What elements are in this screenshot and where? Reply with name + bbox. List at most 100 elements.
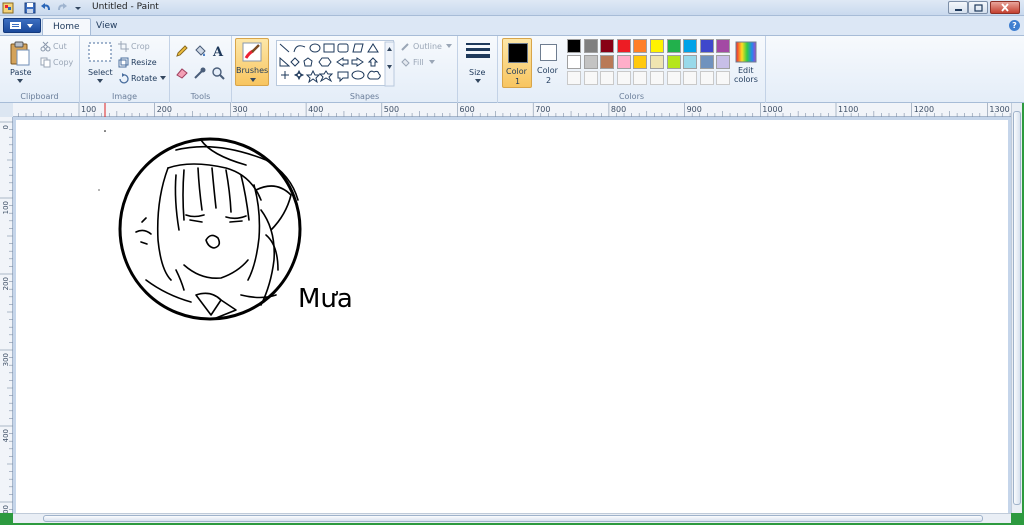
shapes-gallery-icons[interactable] — [277, 41, 395, 87]
paste-icon[interactable] — [9, 41, 31, 67]
outline-dropdown-icon[interactable] — [446, 44, 452, 49]
rotate-button[interactable]: Rotate — [131, 74, 157, 83]
customize-quick-access-icon[interactable] — [72, 2, 84, 14]
horizontal-ruler-ticks: 100 200 300 400 500 600 700 800 900 1000 1100 1200 1… — [18, 103, 1011, 117]
palette-swatch[interactable] — [666, 55, 681, 69]
palette-swatch[interactable] — [567, 39, 581, 53]
custom-color-slot[interactable] — [716, 71, 731, 85]
palette-swatch[interactable] — [567, 55, 581, 69]
ruler-label: 1000 — [762, 105, 782, 114]
fill-dropdown-icon[interactable] — [429, 60, 435, 65]
palette-swatch[interactable] — [699, 39, 714, 53]
select-label[interactable]: Select — [88, 68, 113, 77]
custom-color-slot[interactable] — [600, 71, 615, 85]
undo-icon[interactable] — [40, 2, 52, 14]
palette-swatch[interactable] — [650, 55, 664, 69]
palette-swatch[interactable] — [616, 39, 631, 53]
color-picker-icon[interactable] — [193, 66, 207, 80]
vertical-ruler: 0 100 200 300 400 500 — [0, 117, 13, 518]
ruler-label: 1200 — [914, 105, 934, 114]
edit-colors-label-line2[interactable]: colors — [734, 75, 758, 84]
ruler-corner — [0, 103, 13, 117]
vertical-scroll-thumb[interactable] — [1013, 111, 1021, 505]
size-dropdown-icon[interactable] — [474, 78, 482, 84]
horizontal-scroll-thumb[interactable] — [43, 515, 983, 522]
clipboard-group: Paste Cut Copy Clipboard — [0, 36, 80, 103]
palette-swatch[interactable] — [683, 39, 698, 53]
edit-colors-label[interactable]: Edit — [738, 66, 754, 75]
vertical-scrollbar[interactable] — [1011, 103, 1022, 513]
palette-swatch[interactable] — [699, 55, 714, 69]
custom-color-slot[interactable] — [633, 71, 648, 85]
restore-button[interactable] — [968, 1, 988, 14]
colors-group: Color 1 Color 2 Edit colors Colors — [498, 36, 766, 103]
colors-group-label: Colors — [618, 92, 645, 101]
text-tool-icon[interactable]: A — [211, 44, 225, 58]
signature-text: Mưa — [298, 284, 353, 314]
redo-icon[interactable] — [56, 2, 68, 14]
ruler-label: 200 — [2, 277, 10, 290]
palette-swatch[interactable] — [583, 39, 598, 53]
size-label[interactable]: Size — [469, 68, 485, 77]
palette-swatch[interactable] — [633, 39, 648, 53]
palette-swatch[interactable] — [633, 55, 648, 69]
palette-swatch[interactable] — [616, 55, 631, 69]
brushes-dropdown-icon — [250, 78, 256, 82]
restore-icon — [974, 4, 983, 12]
color1-number: 1 — [515, 77, 521, 86]
brushes-group: Brushes — [232, 36, 272, 103]
magnifier-icon[interactable] — [211, 66, 225, 80]
palette-swatch[interactable] — [650, 39, 664, 53]
save-icon[interactable] — [24, 2, 36, 14]
resize-button[interactable]: Resize — [131, 58, 157, 67]
paint-app-icon — [2, 2, 14, 14]
cut-button[interactable]: Cut — [53, 42, 67, 51]
clipboard-group-label: Clipboard — [20, 92, 59, 101]
custom-color-slot[interactable] — [567, 71, 581, 85]
color2-button[interactable]: Color 2 — [534, 38, 564, 88]
minimize-button[interactable] — [948, 1, 968, 14]
ruler-label: 100 — [2, 201, 10, 214]
select-dropdown-icon[interactable] — [96, 78, 104, 84]
horizontal-scrollbar[interactable] — [13, 513, 1011, 523]
custom-color-slot[interactable] — [683, 71, 698, 85]
palette-swatch[interactable] — [583, 55, 598, 69]
svg-text:A: A — [212, 45, 224, 58]
eraser-icon[interactable] — [175, 66, 189, 80]
palette-swatch[interactable] — [683, 55, 698, 69]
palette-swatch[interactable] — [716, 39, 731, 53]
size-icon[interactable] — [465, 41, 491, 63]
palette-swatch[interactable] — [666, 39, 681, 53]
paste-dropdown-icon[interactable] — [16, 78, 24, 84]
rotate-dropdown-icon[interactable] — [160, 76, 166, 81]
palette-swatch[interactable] — [716, 55, 731, 69]
select-icon[interactable] — [88, 42, 112, 64]
ruler-label: 700 — [535, 105, 550, 114]
custom-color-slot[interactable] — [583, 71, 598, 85]
tab-home[interactable]: Home — [42, 18, 91, 35]
close-button[interactable] — [990, 1, 1020, 14]
fill-button[interactable]: Fill — [413, 58, 424, 67]
rotate-icon — [119, 73, 129, 84]
custom-color-slot[interactable] — [699, 71, 714, 85]
custom-color-slot[interactable] — [666, 71, 681, 85]
paste-label[interactable]: Paste — [10, 68, 32, 77]
edit-colors-icon[interactable] — [735, 41, 757, 63]
brushes-button[interactable]: Brushes — [235, 38, 269, 86]
color2-number: 2 — [546, 76, 552, 85]
custom-color-slot[interactable] — [616, 71, 631, 85]
copy-button[interactable]: Copy — [53, 58, 73, 67]
custom-color-slot[interactable] — [650, 71, 664, 85]
help-icon[interactable]: ? — [1009, 20, 1020, 31]
crop-button[interactable]: Crop — [131, 42, 150, 51]
palette-swatch[interactable] — [600, 39, 615, 53]
fill-bucket-icon[interactable] — [193, 44, 207, 58]
color1-button[interactable]: Color 1 — [502, 38, 532, 88]
drawing-canvas[interactable]: Mưa — [16, 120, 1008, 513]
pencil-icon[interactable] — [175, 44, 189, 58]
tab-view[interactable]: View — [86, 18, 127, 35]
outline-button[interactable]: Outline — [413, 42, 442, 51]
paint-menu-button[interactable] — [3, 18, 41, 33]
palette-swatch[interactable] — [600, 55, 615, 69]
ruler-label: 500 — [384, 105, 399, 114]
